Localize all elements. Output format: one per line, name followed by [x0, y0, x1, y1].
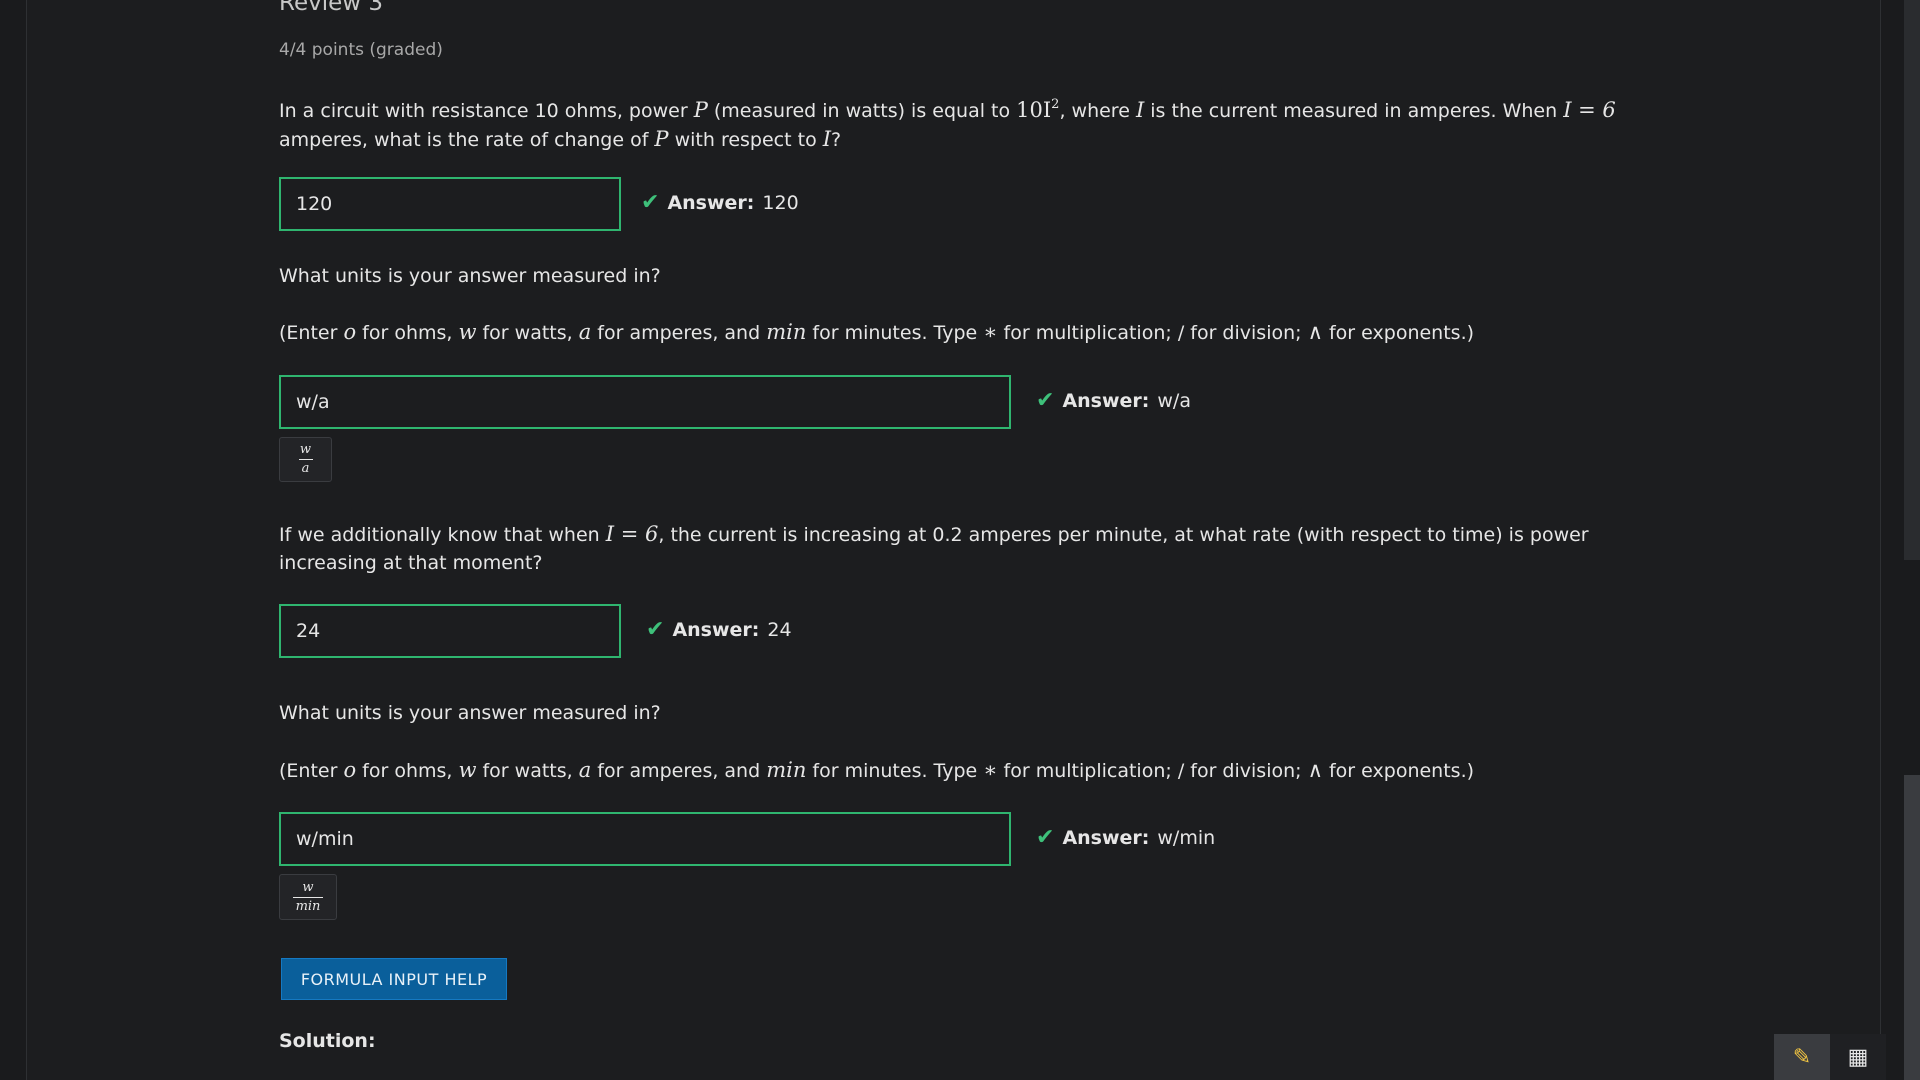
formula-input-help-button[interactable]: FORMULA INPUT HELP: [281, 958, 507, 1000]
pencil-button[interactable]: ✎: [1774, 1034, 1830, 1080]
question-4-prompt: What units is your answer measured in?: [279, 702, 661, 724]
left-gutter: [0, 0, 27, 1080]
answer-input-4-value: w/min: [296, 828, 354, 850]
check-icon: ✔: [646, 617, 665, 642]
answer-input-1[interactable]: 120: [279, 177, 621, 231]
question-2-hint: (Enter o for ohms, w for watts, a for am…: [279, 320, 1475, 344]
calculator-icon: ▦: [1847, 1044, 1869, 1070]
calculator-button[interactable]: ▦: [1830, 1034, 1886, 1080]
question-1-text: In a circuit with resistance 10 ohms, po…: [279, 97, 1616, 151]
answer-input-1-value: 120: [296, 193, 333, 215]
answer-feedback-1: ✔ Answer: 120: [641, 190, 799, 215]
answer-feedback-3: ✔ Answer: 24: [646, 617, 792, 642]
answer-input-3[interactable]: 24: [279, 604, 621, 658]
scrollbar-track[interactable]: [1904, 0, 1920, 560]
points-label: 4/4 points (graded): [279, 40, 443, 60]
answer-input-2[interactable]: w/a: [279, 375, 1011, 429]
check-icon: ✔: [641, 190, 660, 215]
answer-input-4[interactable]: w/min: [279, 812, 1011, 866]
answer-feedback-4: ✔ Answer: w/min: [1036, 825, 1216, 850]
answer-input-2-value: w/a: [296, 391, 330, 413]
question-4-hint: (Enter o for ohms, w for watts, a for am…: [279, 758, 1475, 782]
solution-label: Solution:: [279, 1030, 376, 1052]
question-2-prompt: What units is your answer measured in?: [279, 265, 661, 287]
formula-preview-4: w min: [279, 874, 337, 920]
problem-title: Review 3: [279, 0, 384, 16]
answer-feedback-2: ✔ Answer: w/a: [1036, 388, 1191, 413]
question-3-text: If we additionally know that when I = 6,…: [279, 522, 1589, 574]
check-icon: ✔: [1036, 825, 1055, 850]
formula-preview-2: w a: [279, 437, 332, 482]
check-icon: ✔: [1036, 388, 1055, 413]
answer-input-3-value: 24: [296, 620, 321, 642]
scrollbar-thumb[interactable]: [1904, 775, 1920, 1080]
pencil-icon: ✎: [1792, 1044, 1812, 1070]
